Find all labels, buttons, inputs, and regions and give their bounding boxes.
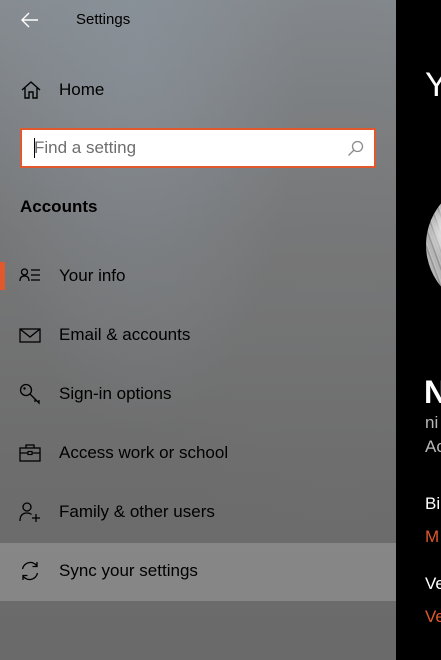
search-icon[interactable]	[347, 140, 364, 157]
nav-item-your-info[interactable]: Your info	[0, 248, 396, 306]
sync-icon	[19, 560, 41, 582]
nav-item-label: Email & accounts	[59, 325, 191, 344]
nav-item-label: Access work or school	[59, 443, 229, 462]
verify-link[interactable]: Ve	[425, 607, 441, 627]
page-title: Y	[425, 66, 441, 104]
nav-item-label: Sign-in options	[59, 384, 172, 403]
avatar	[426, 180, 441, 310]
nav-item-access-work-school[interactable]: Access work or school	[0, 425, 396, 483]
settings-window: Settings Home Accounts	[0, 0, 441, 660]
title-bar: Settings	[0, 0, 396, 40]
nav-item-email-accounts[interactable]: Email & accounts	[0, 307, 396, 365]
account-type: Ac	[425, 437, 441, 456]
nav-home-label: Home	[59, 80, 105, 99]
nav-home[interactable]: Home	[0, 70, 396, 110]
user-email: ni	[425, 413, 439, 432]
back-button[interactable]	[14, 6, 46, 34]
nav-item-sync-settings[interactable]: Sync your settings	[0, 543, 396, 601]
search-input[interactable]	[34, 130, 334, 166]
key-icon	[19, 383, 41, 405]
nav-item-family-other-users[interactable]: Family & other users	[0, 484, 396, 542]
nav-item-sign-in-options[interactable]: Sign-in options	[0, 366, 396, 424]
mail-icon	[19, 324, 41, 346]
search-box[interactable]	[20, 128, 376, 168]
text-caret	[34, 138, 35, 158]
content-pane: Y N ni Ac Bi M Ve Ve	[396, 0, 441, 660]
nav-item-label: Your info	[59, 266, 126, 285]
person-info-icon	[19, 265, 41, 287]
verify-heading: Ve	[425, 574, 441, 593]
briefcase-icon	[19, 442, 41, 464]
selection-indicator	[0, 262, 5, 290]
back-arrow-icon	[21, 12, 39, 28]
user-name: N	[424, 374, 441, 410]
billing-heading: Bi	[425, 494, 441, 513]
home-icon	[20, 79, 42, 101]
nav-item-label: Family & other users	[59, 502, 215, 521]
person-add-icon	[19, 501, 41, 523]
billing-link[interactable]: M	[425, 527, 439, 547]
section-header-accounts: Accounts	[20, 197, 98, 216]
nav-item-label: Sync your settings	[59, 561, 198, 580]
app-title: Settings	[76, 11, 131, 28]
sidebar: Settings Home Accounts	[0, 0, 396, 660]
